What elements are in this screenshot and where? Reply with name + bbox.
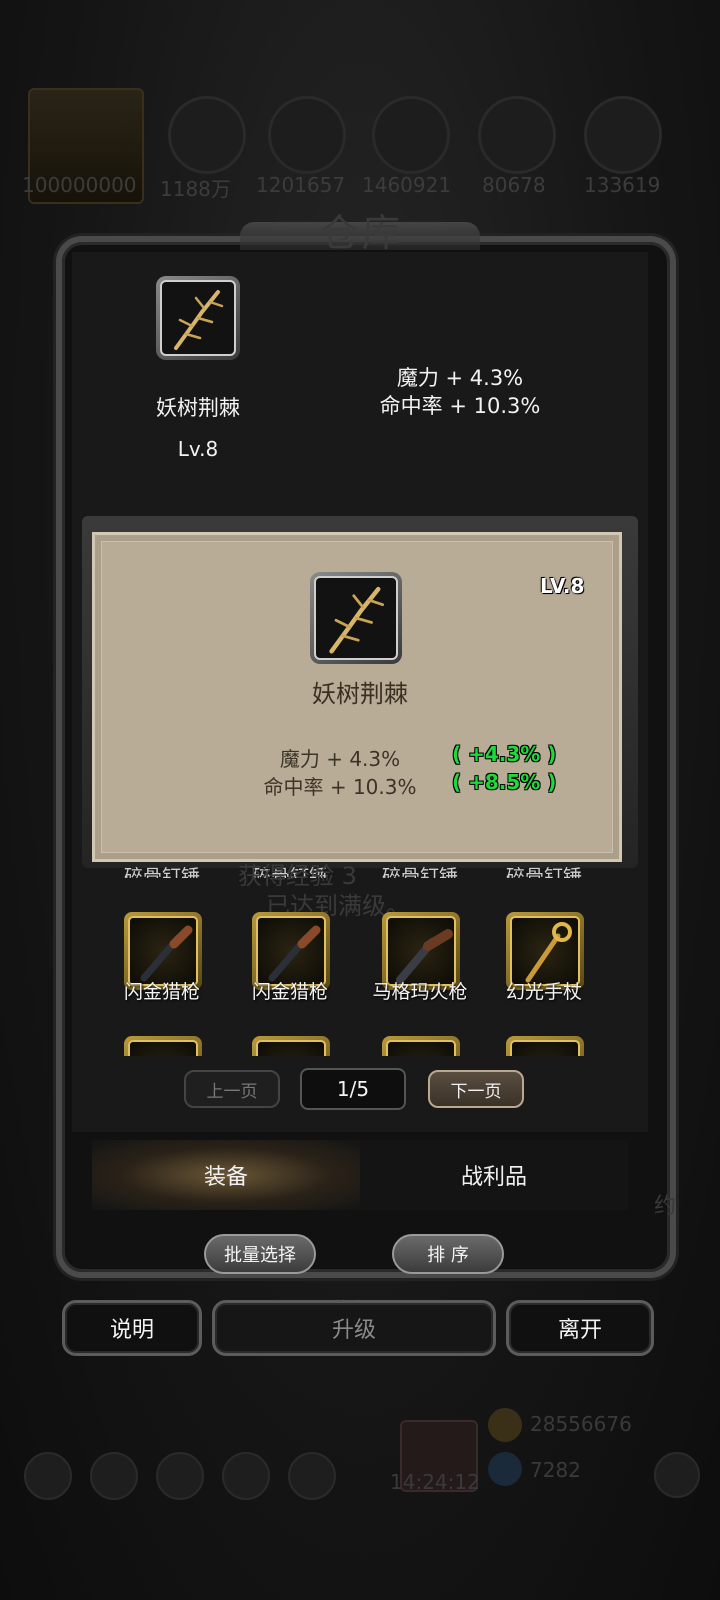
resource-orb-2 [268,96,346,174]
thorn-branch-icon [160,280,236,356]
resource-value-4: 80678 [482,173,546,197]
gem-amount: 7282 [530,1458,581,1482]
sort-button[interactable]: 排 序 [392,1234,504,1274]
current-item-level: Lv.8 [177,437,219,461]
item-icon [128,1040,198,1056]
tooltip-item-slot [310,572,402,664]
inventory-row-partial [92,1030,628,1056]
tooltip-stat-2-bonus: ( +8.5% ) [452,770,557,794]
shotgun-icon [256,916,326,986]
resource-value-3: 1460921 [362,173,452,197]
player-power: 100000000 [22,173,137,197]
item-icon [256,1040,326,1056]
category-tabs: 装备 战利品 [92,1140,628,1210]
helmet-icon [510,1040,580,1056]
menu-icon-3 [156,1452,204,1500]
warehouse-title: 仓库 [320,211,405,255]
resource-value-2: 1201657 [256,173,346,197]
tooltip-level: LV.8 [540,574,585,598]
tab-loot[interactable]: 战利品 [360,1140,628,1210]
page-indicator: 1/5 [300,1068,406,1110]
inventory-slot[interactable] [252,1036,330,1056]
item-icon [386,1040,456,1056]
gold-amount: 28556676 [530,1412,632,1436]
shotgun-icon [128,916,198,986]
gold-coin-icon [488,1408,522,1442]
resource-orb-1 [168,96,246,174]
resource-value-5: 133619 [584,173,661,197]
prev-page-button[interactable]: 上一页 [184,1070,280,1108]
menu-icon-4 [222,1452,270,1500]
thorn-branch-icon [314,576,398,660]
prev-row-label-1: 碎骨钉锤 [123,866,200,878]
next-page-button[interactable]: 下一页 [428,1070,524,1108]
tooltip-stat-1: 魔力 + 4.3% [279,747,401,771]
inventory-slot[interactable] [382,1036,460,1056]
musket-icon [386,916,456,986]
resource-orb-5 [584,96,662,174]
inventory-item-name: 马格玛火枪 [372,981,468,1003]
upgrade-button[interactable]: 升级 [212,1300,496,1356]
menu-icon-1 [24,1452,72,1500]
add-icon [654,1452,700,1498]
inventory-item-name: 幻光手杖 [505,981,582,1003]
prev-row-label-3: 碎骨钉锤 [381,866,458,878]
gem-icon [488,1452,522,1486]
prev-row-label-4: 碎骨钉锤 [505,866,582,878]
batch-select-button[interactable]: 批量选择 [204,1234,316,1274]
tooltip-stat-1-bonus: ( +4.3% ) [452,742,557,766]
inventory-slot[interactable] [506,1036,584,1056]
current-item-stat-2: 命中率 + 10.3% [379,394,541,418]
current-item-slot[interactable] [156,276,240,360]
side-hint: 约 [654,1194,677,1219]
tooltip-stat-2: 命中率 + 10.3% [263,775,417,799]
current-item-name: 妖树荆棘 [156,396,240,420]
tab-equipment[interactable]: 装备 [92,1140,360,1210]
tooltip-item-name: 妖树荆棘 [312,680,408,708]
explain-button[interactable]: 说明 [62,1300,202,1356]
resource-value-1: 1188万 [160,177,231,201]
inventory-item-name: 闪金猎枪 [123,981,200,1003]
resource-orb-3 [372,96,450,174]
staff-icon [510,916,580,986]
resource-orb-4 [478,96,556,174]
menu-icon-5 [288,1452,336,1500]
menu-icon-2 [90,1452,138,1500]
current-item-stat-1: 魔力 + 4.3% [396,366,524,390]
inventory-item-name: 闪金猎枪 [251,981,328,1003]
leave-button[interactable]: 离开 [506,1300,654,1356]
game-clock: 14:24:12 [390,1470,480,1494]
inventory-slot[interactable] [124,1036,202,1056]
